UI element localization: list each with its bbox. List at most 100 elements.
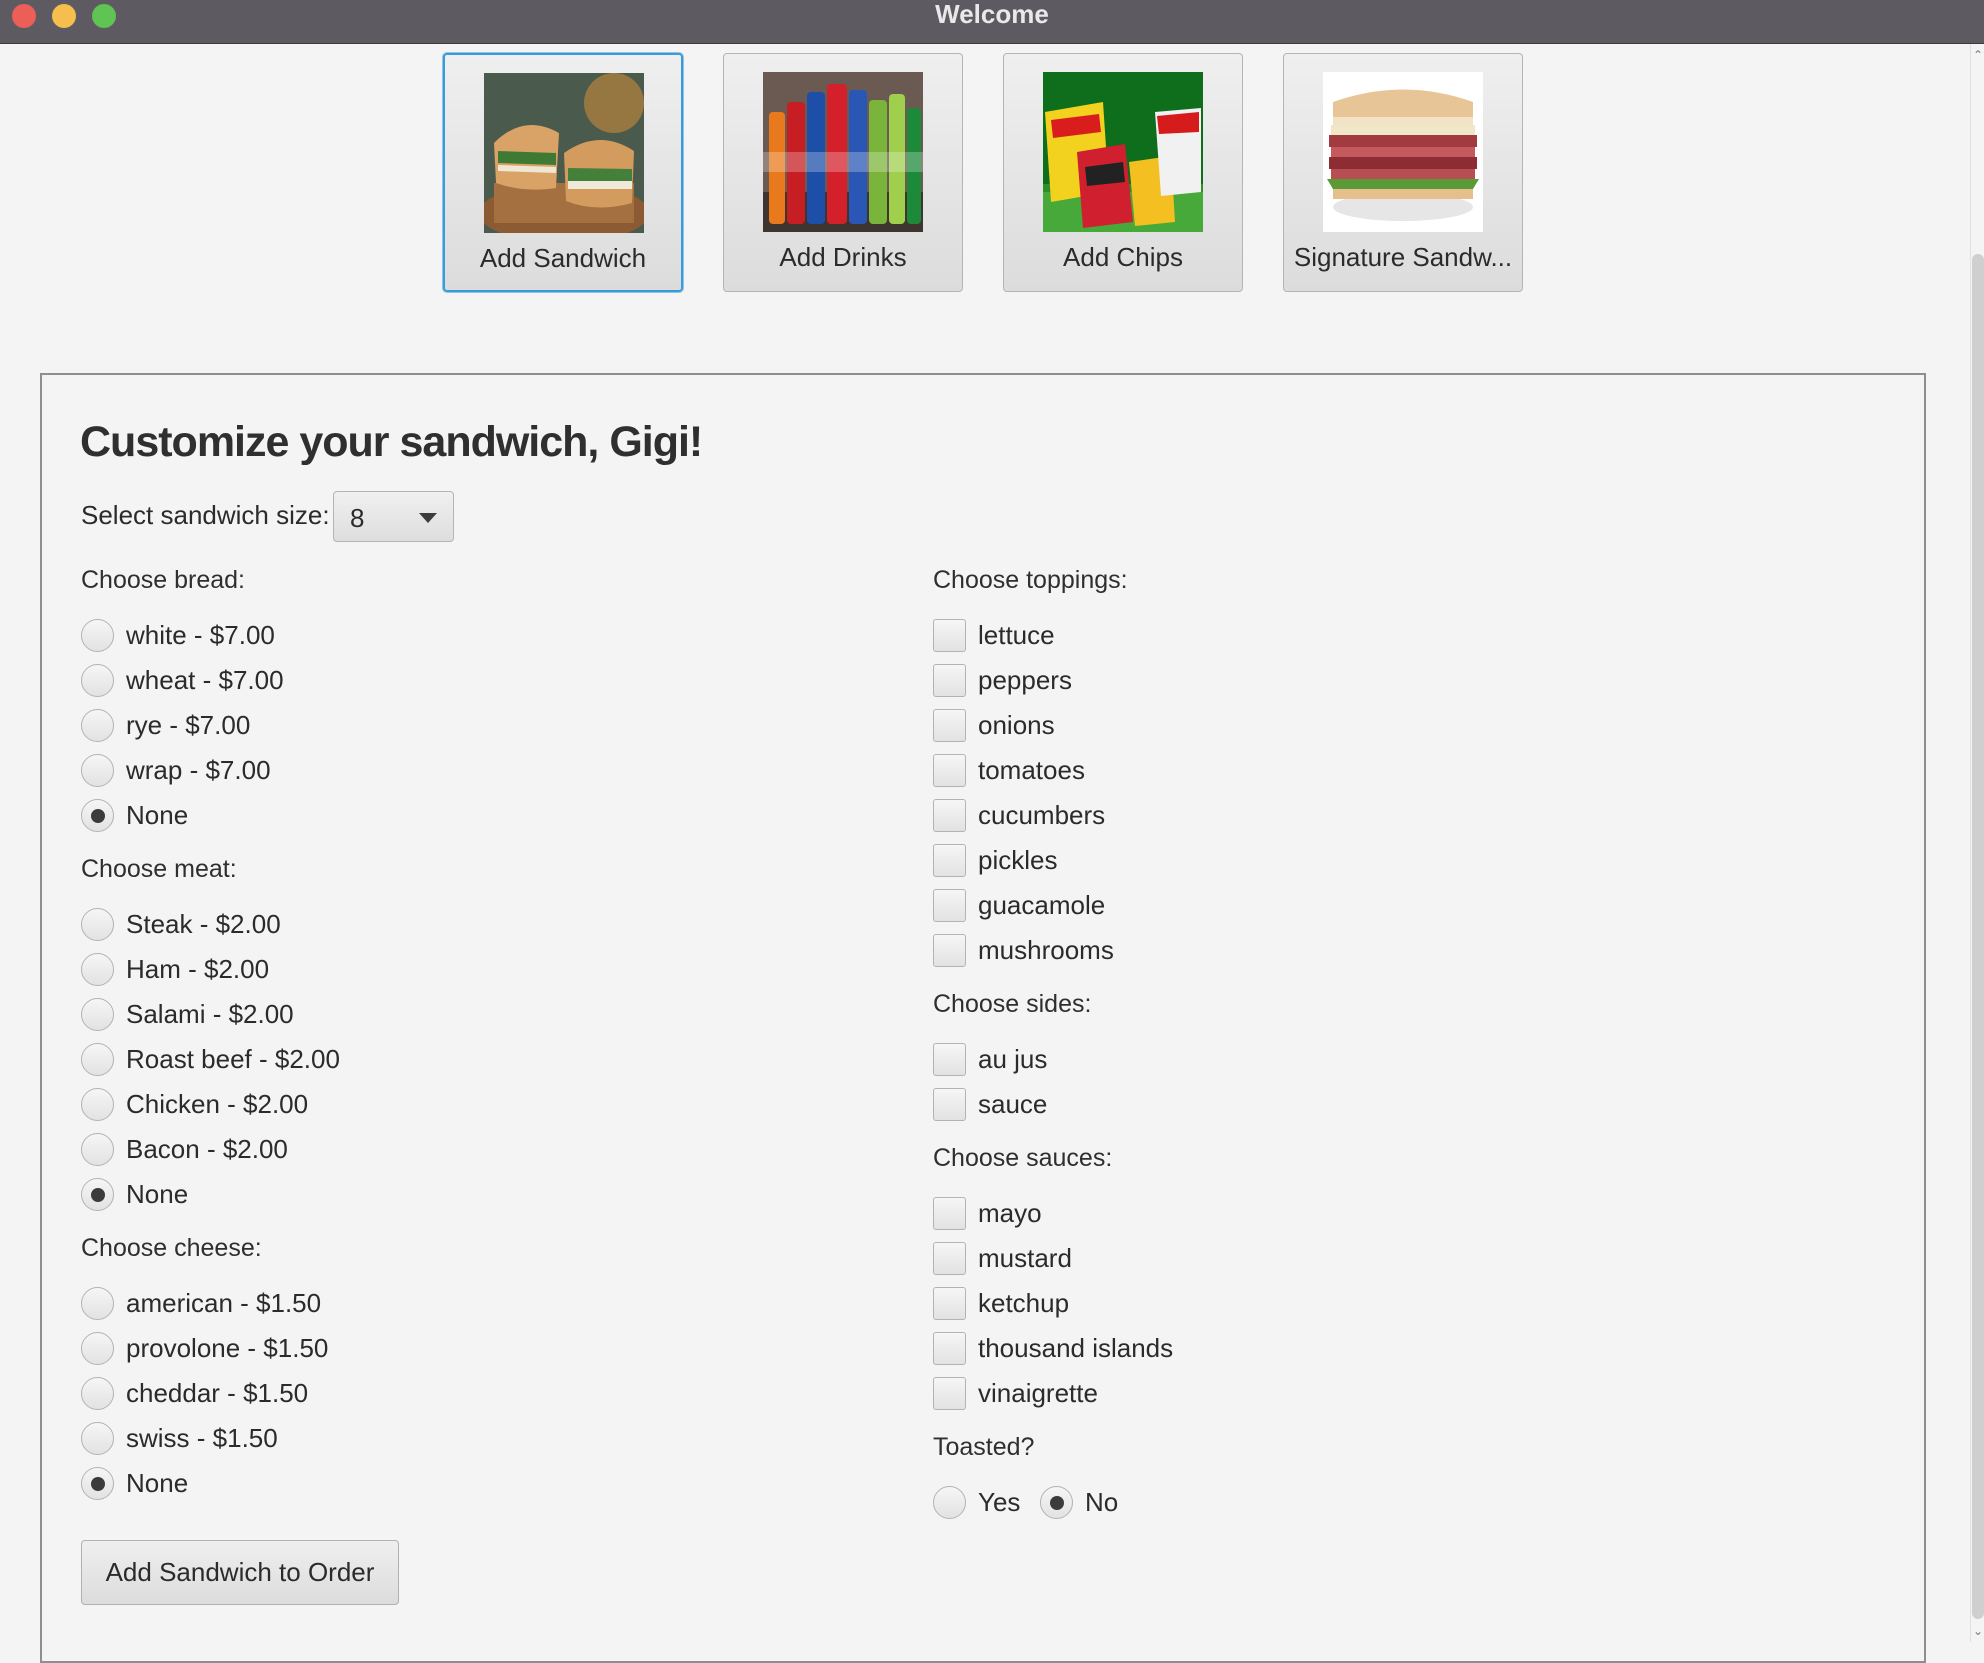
bread-option-wheat[interactable]: wheat - $7.00 (81, 662, 284, 698)
signature-sandwich-button[interactable]: Signature Sandw... (1283, 53, 1523, 292)
bread-option-white[interactable]: white - $7.00 (81, 617, 275, 653)
radio[interactable] (81, 997, 114, 1031)
radio[interactable] (81, 1087, 114, 1121)
topping-mushrooms[interactable]: mushrooms (933, 932, 1114, 968)
option-label: Roast beef - $2.00 (126, 1043, 340, 1074)
toasted-label: Toasted? (933, 1433, 1035, 1461)
checkbox[interactable] (933, 1087, 966, 1121)
meat-label: Choose meat: (81, 855, 237, 883)
option-label: Bacon - $2.00 (126, 1133, 288, 1164)
meat-option-bacon[interactable]: Bacon - $2.00 (81, 1131, 288, 1167)
checkbox[interactable] (933, 1241, 966, 1275)
option-label: mushrooms (978, 934, 1114, 965)
checkbox[interactable] (933, 708, 966, 742)
option-label: ketchup (978, 1287, 1070, 1318)
checkbox[interactable] (933, 1331, 966, 1365)
sauces-label: Choose sauces: (933, 1144, 1113, 1172)
toasted-option-no[interactable]: No (1040, 1484, 1118, 1520)
checkbox[interactable] (933, 1196, 966, 1230)
checkbox[interactable] (933, 1376, 966, 1410)
bread-option-wrap[interactable]: wrap - $7.00 (81, 752, 271, 788)
topping-peppers[interactable]: peppers (933, 662, 1072, 698)
add-sandwich-button[interactable]: Add Sandwich (443, 53, 683, 292)
topping-tomatoes[interactable]: tomatoes (933, 752, 1085, 788)
radio-selected[interactable] (81, 1177, 114, 1211)
chevron-down-icon (419, 513, 437, 523)
radio[interactable] (81, 1331, 114, 1365)
sauce-thousand-islands[interactable]: thousand islands (933, 1330, 1173, 1366)
radio[interactable] (81, 1421, 114, 1455)
option-label: None (126, 1178, 189, 1209)
option-label: tomatoes (978, 754, 1085, 785)
add-chips-button[interactable]: Add Chips (1003, 53, 1243, 292)
checkbox[interactable] (933, 888, 966, 922)
meat-option-chicken[interactable]: Chicken - $2.00 (81, 1086, 308, 1122)
sandwich-size-select[interactable]: 8 (333, 491, 454, 542)
option-label: mustard (978, 1242, 1072, 1273)
checkbox[interactable] (933, 1286, 966, 1320)
option-label: swiss - $1.50 (126, 1422, 278, 1453)
sandwich-image (484, 73, 644, 233)
checkbox[interactable] (933, 1042, 966, 1076)
radio[interactable] (81, 952, 114, 986)
cheese-option-swiss[interactable]: swiss - $1.50 (81, 1420, 278, 1456)
topping-cucumbers[interactable]: cucumbers (933, 797, 1105, 833)
meat-option-roast-beef[interactable]: Roast beef - $2.00 (81, 1041, 340, 1077)
add-drinks-label: Add Drinks (779, 242, 907, 272)
sauce-ketchup[interactable]: ketchup (933, 1285, 1069, 1321)
checkbox[interactable] (933, 618, 966, 652)
scroll-down-arrow-icon[interactable]: ⌄ (1972, 1624, 1984, 1638)
bread-option-rye[interactable]: rye - $7.00 (81, 707, 250, 743)
sauce-mayo[interactable]: mayo (933, 1195, 1042, 1231)
vertical-scrollbar[interactable]: ⌃ ⌄ (1970, 44, 1984, 1642)
add-drinks-button[interactable]: Add Drinks (723, 53, 963, 292)
cheese-option-american[interactable]: american - $1.50 (81, 1285, 321, 1321)
radio[interactable] (81, 618, 114, 652)
toppings-label: Choose toppings: (933, 566, 1128, 594)
meat-option-steak[interactable]: Steak - $2.00 (81, 906, 281, 942)
side-au-jus[interactable]: au jus (933, 1041, 1047, 1077)
radio-selected[interactable] (1040, 1485, 1073, 1519)
checkbox[interactable] (933, 663, 966, 697)
option-label: None (126, 799, 189, 830)
meat-option-ham[interactable]: Ham - $2.00 (81, 951, 269, 987)
meat-option-salami[interactable]: Salami - $2.00 (81, 996, 294, 1032)
scroll-thumb[interactable] (1972, 254, 1984, 1619)
radio[interactable] (933, 1485, 966, 1519)
size-label: Select sandwich size: (81, 500, 330, 530)
drinks-image (763, 72, 923, 232)
bread-option-none[interactable]: None (81, 797, 188, 833)
toasted-option-yes[interactable]: Yes (933, 1484, 1020, 1520)
option-label: guacamole (978, 889, 1106, 920)
side-sauce[interactable]: sauce (933, 1086, 1047, 1122)
radio[interactable] (81, 1286, 114, 1320)
topping-onions[interactable]: onions (933, 707, 1055, 743)
scroll-up-arrow-icon[interactable]: ⌃ (1972, 48, 1984, 62)
meat-option-none[interactable]: None (81, 1176, 188, 1212)
option-label: lettuce (978, 619, 1055, 650)
checkbox[interactable] (933, 798, 966, 832)
radio[interactable] (81, 663, 114, 697)
window-titlebar: Welcome (0, 0, 1984, 44)
radio[interactable] (81, 1042, 114, 1076)
radio[interactable] (81, 1132, 114, 1166)
add-sandwich-to-order-button[interactable]: Add Sandwich to Order (81, 1540, 399, 1605)
radio[interactable] (81, 708, 114, 742)
radio-selected[interactable] (81, 798, 114, 832)
radio-selected[interactable] (81, 1466, 114, 1500)
sauce-vinaigrette[interactable]: vinaigrette (933, 1375, 1098, 1411)
radio[interactable] (81, 1376, 114, 1410)
checkbox[interactable] (933, 753, 966, 787)
topping-guacamole[interactable]: guacamole (933, 887, 1105, 923)
sauce-mustard[interactable]: mustard (933, 1240, 1072, 1276)
checkbox[interactable] (933, 933, 966, 967)
radio[interactable] (81, 753, 114, 787)
checkbox[interactable] (933, 843, 966, 877)
cheese-option-provolone[interactable]: provolone - $1.50 (81, 1330, 328, 1366)
add-chips-label: Add Chips (1063, 242, 1183, 272)
topping-lettuce[interactable]: lettuce (933, 617, 1055, 653)
radio[interactable] (81, 907, 114, 941)
cheese-option-none[interactable]: None (81, 1465, 188, 1501)
cheese-option-cheddar[interactable]: cheddar - $1.50 (81, 1375, 308, 1411)
topping-pickles[interactable]: pickles (933, 842, 1057, 878)
